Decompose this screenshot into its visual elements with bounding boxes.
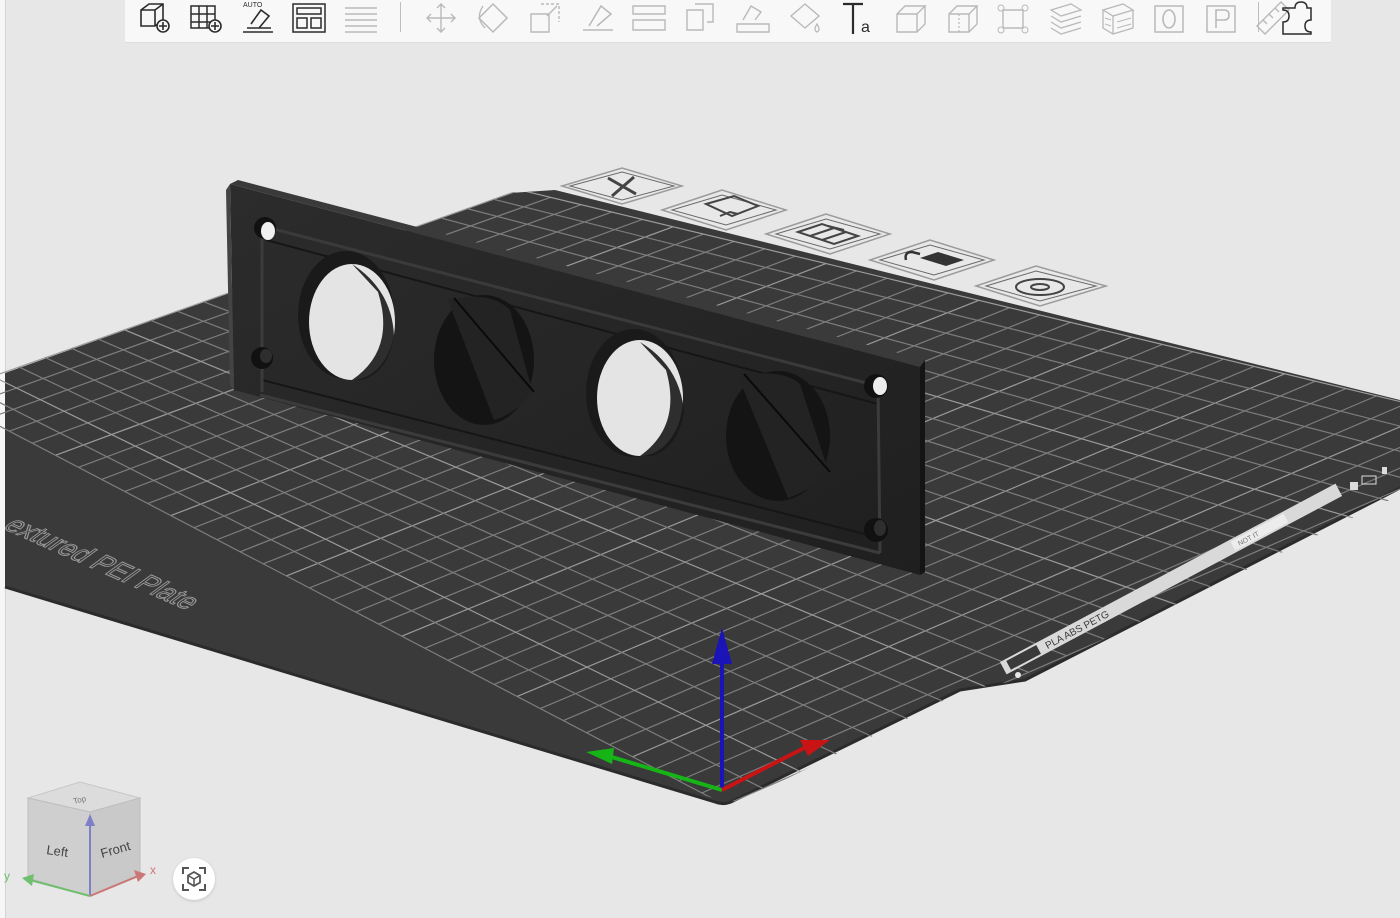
- cutout-d-shape: [434, 295, 535, 425]
- boolean-button[interactable]: [993, 0, 1033, 36]
- fit-view-icon: [182, 867, 206, 891]
- fuzzy-skin-button[interactable]: [1097, 0, 1137, 36]
- mesh-p-button[interactable]: [1201, 0, 1241, 36]
- support-paint-icon: [736, 5, 770, 33]
- auto-orient-button[interactable]: AUTO: [237, 0, 277, 36]
- box-o-icon: [1154, 5, 1184, 33]
- lay-on-face-button[interactable]: [577, 0, 617, 36]
- cutout-d-shape: [726, 371, 831, 501]
- brim-ears-button[interactable]: [941, 0, 981, 36]
- toolbar-separator: [1258, 2, 1259, 32]
- axis-y-label: y: [4, 869, 10, 883]
- mounting-hole: [251, 347, 273, 369]
- plate-hole: [1015, 672, 1021, 678]
- boolean-icon: [997, 4, 1029, 34]
- variable-layer-icon: [1049, 3, 1083, 35]
- assembly-button[interactable]: [1277, 0, 1317, 36]
- svg-text:AUTO: AUTO: [243, 2, 263, 9]
- view-cube[interactable]: Left Front Top x y: [0, 770, 170, 910]
- layers-button[interactable]: [341, 0, 381, 36]
- add-object-button[interactable]: [133, 0, 173, 36]
- rotate-icon: [477, 2, 509, 34]
- move-button[interactable]: [421, 0, 461, 36]
- view-cube-left-label: Left: [46, 842, 70, 860]
- split-icon: [632, 5, 666, 31]
- color-paint-button[interactable]: [785, 0, 825, 36]
- variable-layer-button[interactable]: [1045, 0, 1085, 36]
- auto-orient-icon: AUTO: [243, 2, 273, 33]
- move-icon: [426, 3, 456, 33]
- brim-ears-icon: [948, 5, 979, 33]
- grid-plus-icon: [190, 5, 222, 33]
- lay-on-face-icon: [583, 4, 613, 31]
- rotate-button[interactable]: [473, 0, 513, 36]
- text-button[interactable]: a: [837, 0, 877, 36]
- cube-plus-icon: [140, 3, 170, 33]
- color-paint-icon: [789, 3, 821, 33]
- mounting-hole: [864, 518, 888, 542]
- mounting-hole: [864, 374, 888, 398]
- app-window: extured PEI Plate PLA ABS PETG NOT IT AU…: [0, 0, 1400, 918]
- arrange-button[interactable]: [289, 0, 329, 36]
- box-p-icon: [1206, 5, 1236, 33]
- toolbar-separator: [400, 2, 401, 32]
- layers-icon: [345, 7, 377, 33]
- add-plate-button[interactable]: [185, 0, 225, 36]
- scene-canvas[interactable]: extured PEI Plate PLA ABS PETG NOT IT: [0, 0, 1400, 918]
- split-button[interactable]: [629, 0, 669, 36]
- cut-button[interactable]: [681, 0, 721, 36]
- seam-paint-button[interactable]: [889, 0, 929, 36]
- fit-view-button[interactable]: [173, 858, 215, 900]
- seam-paint-icon: [896, 5, 927, 33]
- puzzle-icon: [1282, 1, 1312, 35]
- support-paint-button[interactable]: [733, 0, 773, 36]
- axis-x-label: x: [150, 863, 156, 877]
- scale-icon: [530, 3, 560, 33]
- 3d-viewport[interactable]: extured PEI Plate PLA ABS PETG NOT IT: [0, 0, 1400, 918]
- scale-button[interactable]: [525, 0, 565, 36]
- fuzzy-skin-icon: [1101, 3, 1135, 35]
- cut-icon: [686, 3, 714, 31]
- mesh-0-button[interactable]: [1149, 0, 1189, 36]
- text-icon: a: [843, 2, 870, 36]
- svg-text:a: a: [861, 19, 870, 36]
- top-toolbar: AUTO a: [125, 0, 1331, 43]
- arrange-icon: [292, 3, 326, 33]
